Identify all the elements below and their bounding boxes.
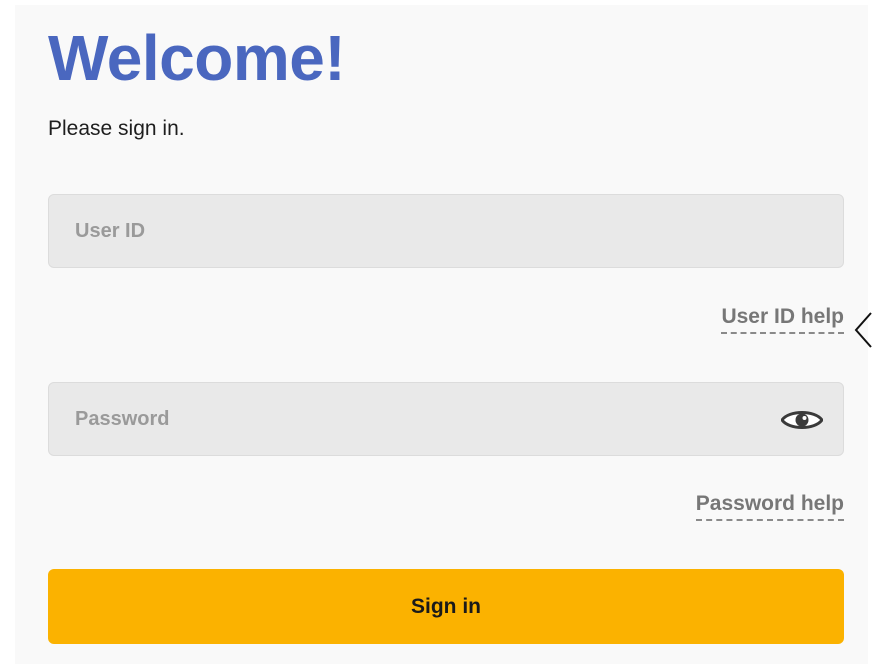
password-input[interactable]: [49, 383, 843, 455]
page-title: Welcome!: [48, 22, 346, 94]
sign-in-button[interactable]: Sign in: [48, 569, 844, 644]
user-id-help-link[interactable]: User ID help: [721, 305, 844, 334]
sign-in-panel: [15, 5, 868, 664]
user-id-field-container: [48, 194, 844, 268]
page-subtitle: Please sign in.: [48, 117, 185, 140]
pointer-caret-icon: [854, 312, 872, 348]
eye-icon[interactable]: [781, 409, 823, 431]
password-field-container: [48, 382, 844, 456]
user-id-input[interactable]: [49, 195, 843, 267]
password-help-link[interactable]: Password help: [695, 492, 844, 521]
